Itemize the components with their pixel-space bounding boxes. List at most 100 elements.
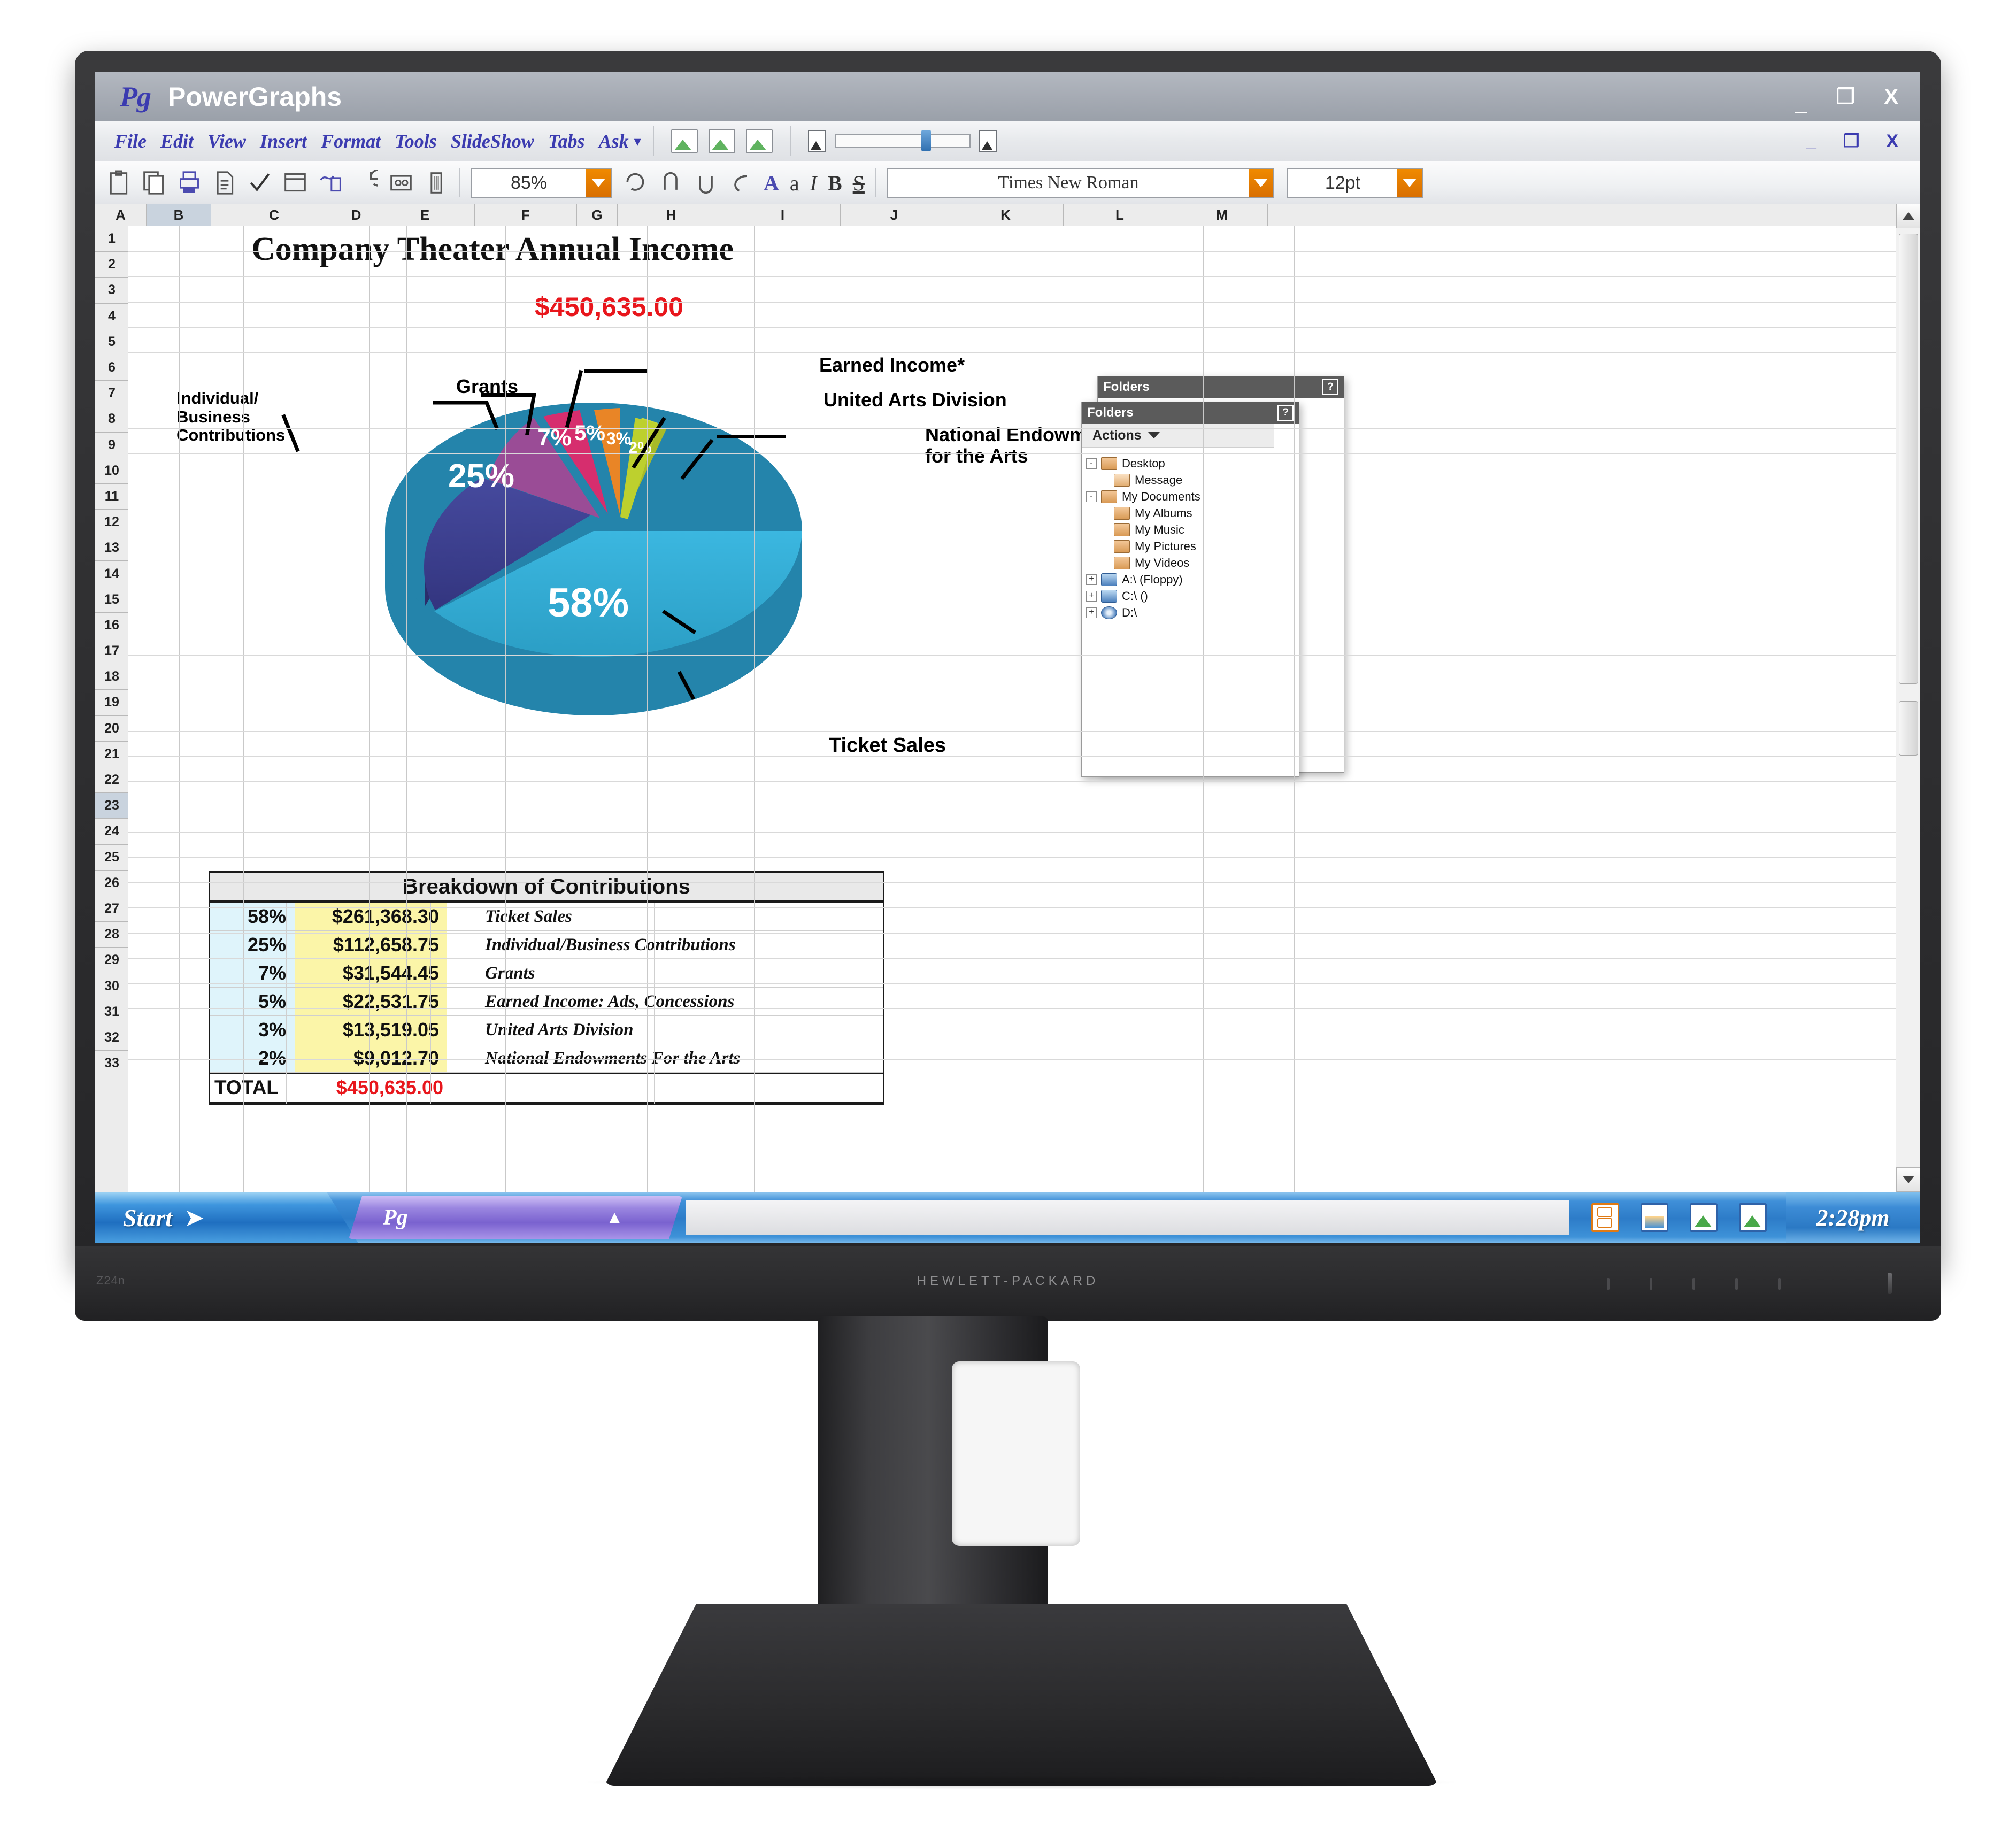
row-header-9[interactable]: 9 bbox=[95, 433, 128, 458]
paint-icon[interactable] bbox=[319, 170, 342, 196]
scroll-down-button[interactable] bbox=[1896, 1167, 1920, 1192]
slider-thumb[interactable] bbox=[921, 130, 931, 151]
doc-minimize-button[interactable]: _ bbox=[1806, 131, 1816, 152]
table-row[interactable]: 2% $9,012.70 National Endowments For the… bbox=[210, 1044, 883, 1073]
menu-file[interactable]: File bbox=[114, 130, 147, 152]
menu-slideshow[interactable]: SlideShow bbox=[451, 130, 534, 152]
start-button[interactable]: Start ➤ bbox=[95, 1192, 358, 1243]
row-header-28[interactable]: 28 bbox=[95, 922, 128, 948]
column-header-i[interactable]: I bbox=[725, 204, 841, 226]
undo-icon[interactable] bbox=[729, 170, 753, 196]
tree-item-my-music[interactable]: My Music bbox=[1100, 521, 1274, 538]
column-header-d[interactable]: D bbox=[337, 204, 375, 226]
font-color-icon[interactable]: A bbox=[764, 171, 779, 196]
spreadsheet-grid[interactable]: Company Theater Annual Income $450,635.0… bbox=[128, 226, 1896, 1192]
taskbar-clock[interactable]: 2:28pm bbox=[1786, 1192, 1920, 1243]
power-led-icon[interactable] bbox=[1888, 1273, 1892, 1294]
tree-item-my-documents[interactable]: - My Documents bbox=[1086, 488, 1274, 505]
row-header-17[interactable]: 17 bbox=[95, 638, 128, 665]
row-header-30[interactable]: 30 bbox=[95, 973, 128, 999]
tree-item-my-albums[interactable]: My Albums bbox=[1100, 505, 1274, 521]
scroll-up-button[interactable] bbox=[1896, 204, 1920, 228]
table-row[interactable]: 25% $112,658.75 Individual/Business Cont… bbox=[210, 931, 883, 959]
print-icon[interactable] bbox=[178, 170, 201, 196]
actions-menu[interactable]: Actions bbox=[1082, 424, 1274, 448]
menu-format[interactable]: Format bbox=[321, 130, 381, 152]
check-icon[interactable] bbox=[248, 170, 272, 196]
rotate-up-icon[interactable] bbox=[659, 170, 682, 196]
row-header-27[interactable]: 27 bbox=[95, 896, 128, 922]
column-header-m[interactable]: M bbox=[1176, 204, 1268, 226]
scrollbar-thumb[interactable] bbox=[1899, 234, 1918, 684]
close-button[interactable]: X bbox=[1884, 86, 1898, 107]
row-header-10[interactable]: 10 bbox=[95, 458, 128, 484]
osd-button-2[interactable] bbox=[1650, 1278, 1652, 1290]
row-header-15[interactable]: 15 bbox=[95, 587, 128, 613]
scrollbar-thumb-secondary[interactable] bbox=[1899, 701, 1918, 756]
collapse-toggle-icon[interactable]: - bbox=[1086, 458, 1097, 469]
rotate-down-icon[interactable] bbox=[694, 170, 718, 196]
row-header-12[interactable]: 12 bbox=[95, 510, 128, 536]
tree-item-my-pictures[interactable]: My Pictures bbox=[1100, 538, 1274, 555]
delete-icon[interactable] bbox=[425, 170, 448, 196]
row-header-23[interactable]: 23 bbox=[95, 793, 128, 819]
row-header-19[interactable]: 19 bbox=[95, 690, 128, 716]
row-header-25[interactable]: 25 bbox=[95, 845, 128, 871]
taskbar-item-powergraphs[interactable]: Pg ▲ bbox=[349, 1196, 682, 1239]
row-header-20[interactable]: 20 bbox=[95, 716, 128, 742]
font-dropdown-arrow-icon[interactable] bbox=[1248, 169, 1273, 197]
column-header-l[interactable]: L bbox=[1064, 204, 1176, 226]
image-clock-icon[interactable] bbox=[1739, 1203, 1767, 1232]
osd-button-4[interactable] bbox=[1735, 1278, 1738, 1290]
font-size-select[interactable]: 12pt bbox=[1287, 168, 1423, 198]
vertical-scrollbar[interactable] bbox=[1896, 204, 1920, 1192]
row-header-24[interactable]: 24 bbox=[95, 819, 128, 845]
column-header-a[interactable]: A bbox=[95, 204, 147, 226]
row-header-2[interactable]: 2 bbox=[95, 252, 128, 278]
menu-tools[interactable]: Tools bbox=[395, 130, 437, 152]
image-insert-icon[interactable] bbox=[671, 129, 698, 153]
table-row[interactable]: 5% $22,531.75 Earned Income: Ads, Conces… bbox=[210, 988, 883, 1016]
doc-close-button[interactable]: X bbox=[1886, 131, 1898, 152]
help-icon[interactable]: ? bbox=[1322, 379, 1338, 395]
row-header-29[interactable]: 29 bbox=[95, 948, 128, 974]
row-header-32[interactable]: 32 bbox=[95, 1025, 128, 1051]
tree-item-message[interactable]: Message bbox=[1100, 472, 1274, 488]
image-effects-icon[interactable] bbox=[745, 129, 773, 153]
lowercase-icon[interactable]: a bbox=[790, 171, 799, 196]
chevron-down-icon[interactable] bbox=[1148, 432, 1160, 438]
row-header-5[interactable]: 5 bbox=[95, 329, 128, 355]
window-icon[interactable] bbox=[283, 170, 307, 196]
font-family-select[interactable]: Times New Roman bbox=[887, 168, 1274, 198]
tree-item-my-videos[interactable]: My Videos bbox=[1100, 555, 1274, 571]
folders-dialog[interactable]: Folders ? Actions Desktop Message My Doc… bbox=[1081, 402, 1299, 777]
expand-toggle-icon[interactable]: + bbox=[1086, 607, 1097, 618]
bold-icon[interactable]: B bbox=[828, 171, 842, 196]
row-header-7[interactable]: 7 bbox=[95, 381, 128, 407]
clipboard-icon[interactable] bbox=[107, 170, 130, 196]
redo-icon[interactable] bbox=[624, 170, 647, 196]
document-icon[interactable] bbox=[213, 170, 236, 196]
table-row[interactable]: 58% $261,368.30 Ticket Sales bbox=[210, 903, 883, 931]
tree-item-d-drive[interactable]: + D:\ bbox=[1086, 604, 1274, 621]
row-header-22[interactable]: 22 bbox=[95, 767, 128, 794]
chevron-down-icon[interactable]: ▾ bbox=[634, 133, 641, 150]
column-header-h[interactable]: H bbox=[618, 204, 725, 226]
slider-track[interactable] bbox=[834, 130, 971, 151]
row-header-8[interactable]: 8 bbox=[95, 406, 128, 433]
menu-view[interactable]: View bbox=[207, 130, 246, 152]
menu-insert[interactable]: Insert bbox=[260, 130, 307, 152]
undo-rotate-icon[interactable] bbox=[354, 170, 378, 196]
row-header-6[interactable]: 6 bbox=[95, 355, 128, 381]
restore-button[interactable]: ❐ bbox=[1836, 86, 1855, 107]
row-header-11[interactable]: 11 bbox=[95, 484, 128, 510]
row-header-14[interactable]: 14 bbox=[95, 561, 128, 587]
help-icon[interactable]: ? bbox=[1277, 405, 1294, 421]
row-header-18[interactable]: 18 bbox=[95, 664, 128, 690]
media-player-icon[interactable] bbox=[1591, 1203, 1619, 1232]
folder-tree[interactable]: - Desktop Message bbox=[1082, 448, 1274, 621]
image-display-icon[interactable] bbox=[708, 129, 735, 153]
column-header-f[interactable]: F bbox=[475, 204, 577, 226]
osd-button-3[interactable] bbox=[1692, 1278, 1695, 1290]
row-header-33[interactable]: 33 bbox=[95, 1051, 128, 1077]
